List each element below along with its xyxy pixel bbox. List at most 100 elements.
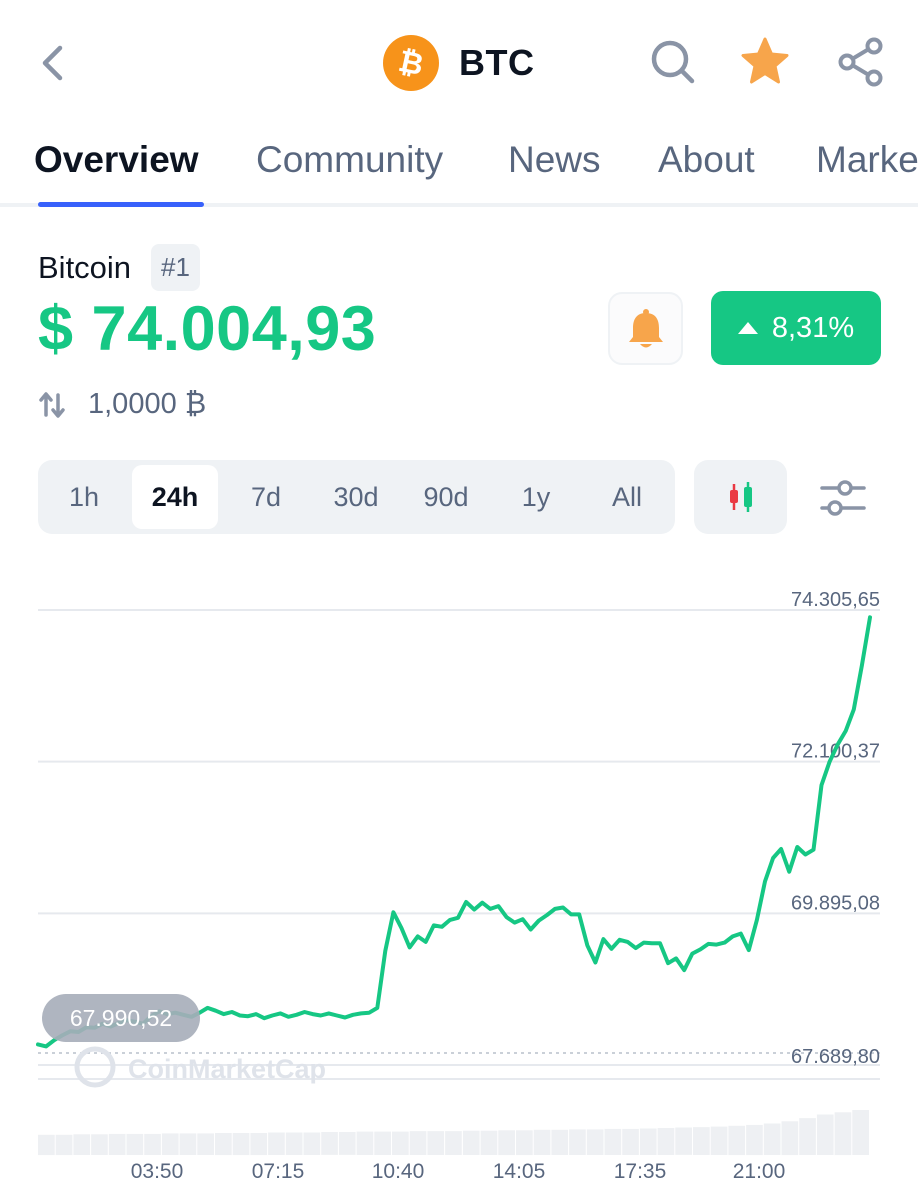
volume-bar (498, 1130, 515, 1156)
volume-bar (622, 1128, 639, 1155)
volume-bar (73, 1134, 91, 1155)
active-tab-indicator (38, 202, 204, 207)
volume-bar (285, 1132, 303, 1155)
coin-name: Bitcoin (38, 249, 132, 285)
search-icon (651, 40, 695, 84)
volume-bar (392, 1131, 409, 1155)
time-range-selector: 1h 24h 7d 30d 90d 1y All (38, 460, 675, 534)
volume-bar (462, 1130, 480, 1155)
volume-bar (321, 1132, 338, 1155)
up-triangle-icon (737, 322, 758, 334)
volume-bar (586, 1129, 604, 1155)
bitcoin-logo-icon: ₿ (383, 35, 439, 91)
coin-title: ₿ BTC (383, 34, 535, 92)
volume-bar (303, 1132, 321, 1155)
volume-bar (445, 1131, 462, 1155)
price-line (36, 615, 872, 1049)
volume-bar (427, 1131, 445, 1155)
volume-bar (268, 1132, 285, 1155)
volume-bar (852, 1110, 869, 1155)
x-tick-label: 17:35 (614, 1160, 667, 1183)
price-chart[interactable]: 74.305,65 72.100,37 69.895,08 67.689,80 Coin… (0, 570, 918, 1200)
start-value-label: 67.990,52 (70, 1005, 172, 1031)
share-icon (838, 37, 883, 87)
x-tick-label: 21:00 (733, 1160, 786, 1183)
bell-icon (628, 308, 663, 347)
price-chart-svg: 74.305,6572.100,3769.895,0867.689,80Coin… (36, 589, 880, 1183)
tab-bar: Overview Community News About Marke (0, 125, 918, 207)
range-1y[interactable]: 1y (504, 465, 568, 529)
y-tick-label: 69.895,08 (791, 892, 880, 914)
volume-bar (250, 1133, 268, 1156)
volume-bar (693, 1127, 710, 1155)
volume-bar (675, 1127, 692, 1155)
volume-bar (197, 1133, 214, 1155)
share-button[interactable] (836, 36, 886, 88)
y-tick-label: 74.305,65 (791, 589, 880, 611)
volume-bar (728, 1125, 746, 1156)
volume-bar (710, 1126, 728, 1155)
search-button[interactable] (648, 36, 698, 88)
coin-name-row: Bitcoin #1 (38, 244, 200, 291)
back-arrow-icon (42, 45, 63, 81)
x-tick-label: 07:15 (252, 1160, 305, 1183)
tab-about[interactable]: About (658, 139, 755, 181)
x-tick-label: 10:40 (372, 1160, 425, 1183)
volume-bar (38, 1134, 55, 1156)
volume-bar (144, 1133, 161, 1155)
volume-bar (338, 1132, 356, 1155)
volume-bar (657, 1128, 675, 1155)
volume-bar (356, 1131, 374, 1155)
tab-community[interactable]: Community (256, 139, 443, 181)
tab-markets[interactable]: Marke (816, 139, 918, 181)
conversion-value: 1,0000 ₿ (88, 388, 207, 420)
volume-bar (91, 1134, 108, 1155)
conversion-row: 1,0000 ₿ (38, 388, 206, 421)
volume-bar (516, 1130, 533, 1156)
volume-bar (763, 1123, 781, 1155)
x-tick-label: 14:05 (493, 1160, 546, 1183)
volume-bar (569, 1129, 586, 1155)
volume-bar (834, 1112, 852, 1156)
range-30d[interactable]: 30d (318, 465, 394, 529)
range-90d[interactable]: 90d (408, 465, 484, 529)
volume-bar (374, 1131, 391, 1155)
rank-badge: #1 (151, 244, 200, 291)
y-tick-label: 67.689,80 (791, 1046, 880, 1068)
volume-bar (533, 1129, 551, 1155)
watermark-text: CoinMarketCap (128, 1054, 326, 1084)
swap-arrows-icon[interactable] (38, 391, 66, 419)
star-icon (741, 37, 789, 84)
volume-bar (816, 1114, 834, 1155)
volume-bar (799, 1118, 816, 1155)
candlestick-icon (729, 482, 752, 512)
volume-bar (108, 1133, 126, 1155)
volume-bar (746, 1124, 763, 1156)
volume-bar (551, 1129, 569, 1155)
volume-bar (179, 1133, 197, 1155)
price-change-value: 8,31% (771, 311, 855, 344)
candlestick-toggle[interactable] (694, 460, 787, 534)
coin-price: $ 74.004,93 (38, 294, 377, 364)
coin-symbol: BTC (459, 42, 535, 83)
volume-bar (604, 1128, 622, 1155)
volume-bar (781, 1121, 799, 1156)
volume-bar (480, 1130, 498, 1155)
volume-bar (215, 1133, 232, 1156)
volume-bar (409, 1131, 427, 1155)
chart-settings-button[interactable] (816, 474, 870, 522)
watchlist-star-button[interactable] (740, 36, 790, 88)
range-all[interactable]: All (594, 465, 660, 529)
tab-overview[interactable]: Overview (34, 139, 199, 181)
x-tick-label: 03:50 (131, 1160, 184, 1183)
volume-bar (232, 1133, 250, 1156)
volume-bar (161, 1133, 179, 1155)
range-1h[interactable]: 1h (52, 465, 116, 529)
tab-news[interactable]: News (508, 139, 601, 181)
volume-bar (55, 1134, 73, 1156)
range-24h[interactable]: 24h (132, 465, 218, 529)
range-7d[interactable]: 7d (234, 465, 298, 529)
price-alert-button[interactable] (608, 292, 683, 365)
volume-bar (639, 1128, 657, 1155)
back-button[interactable] (32, 38, 76, 88)
